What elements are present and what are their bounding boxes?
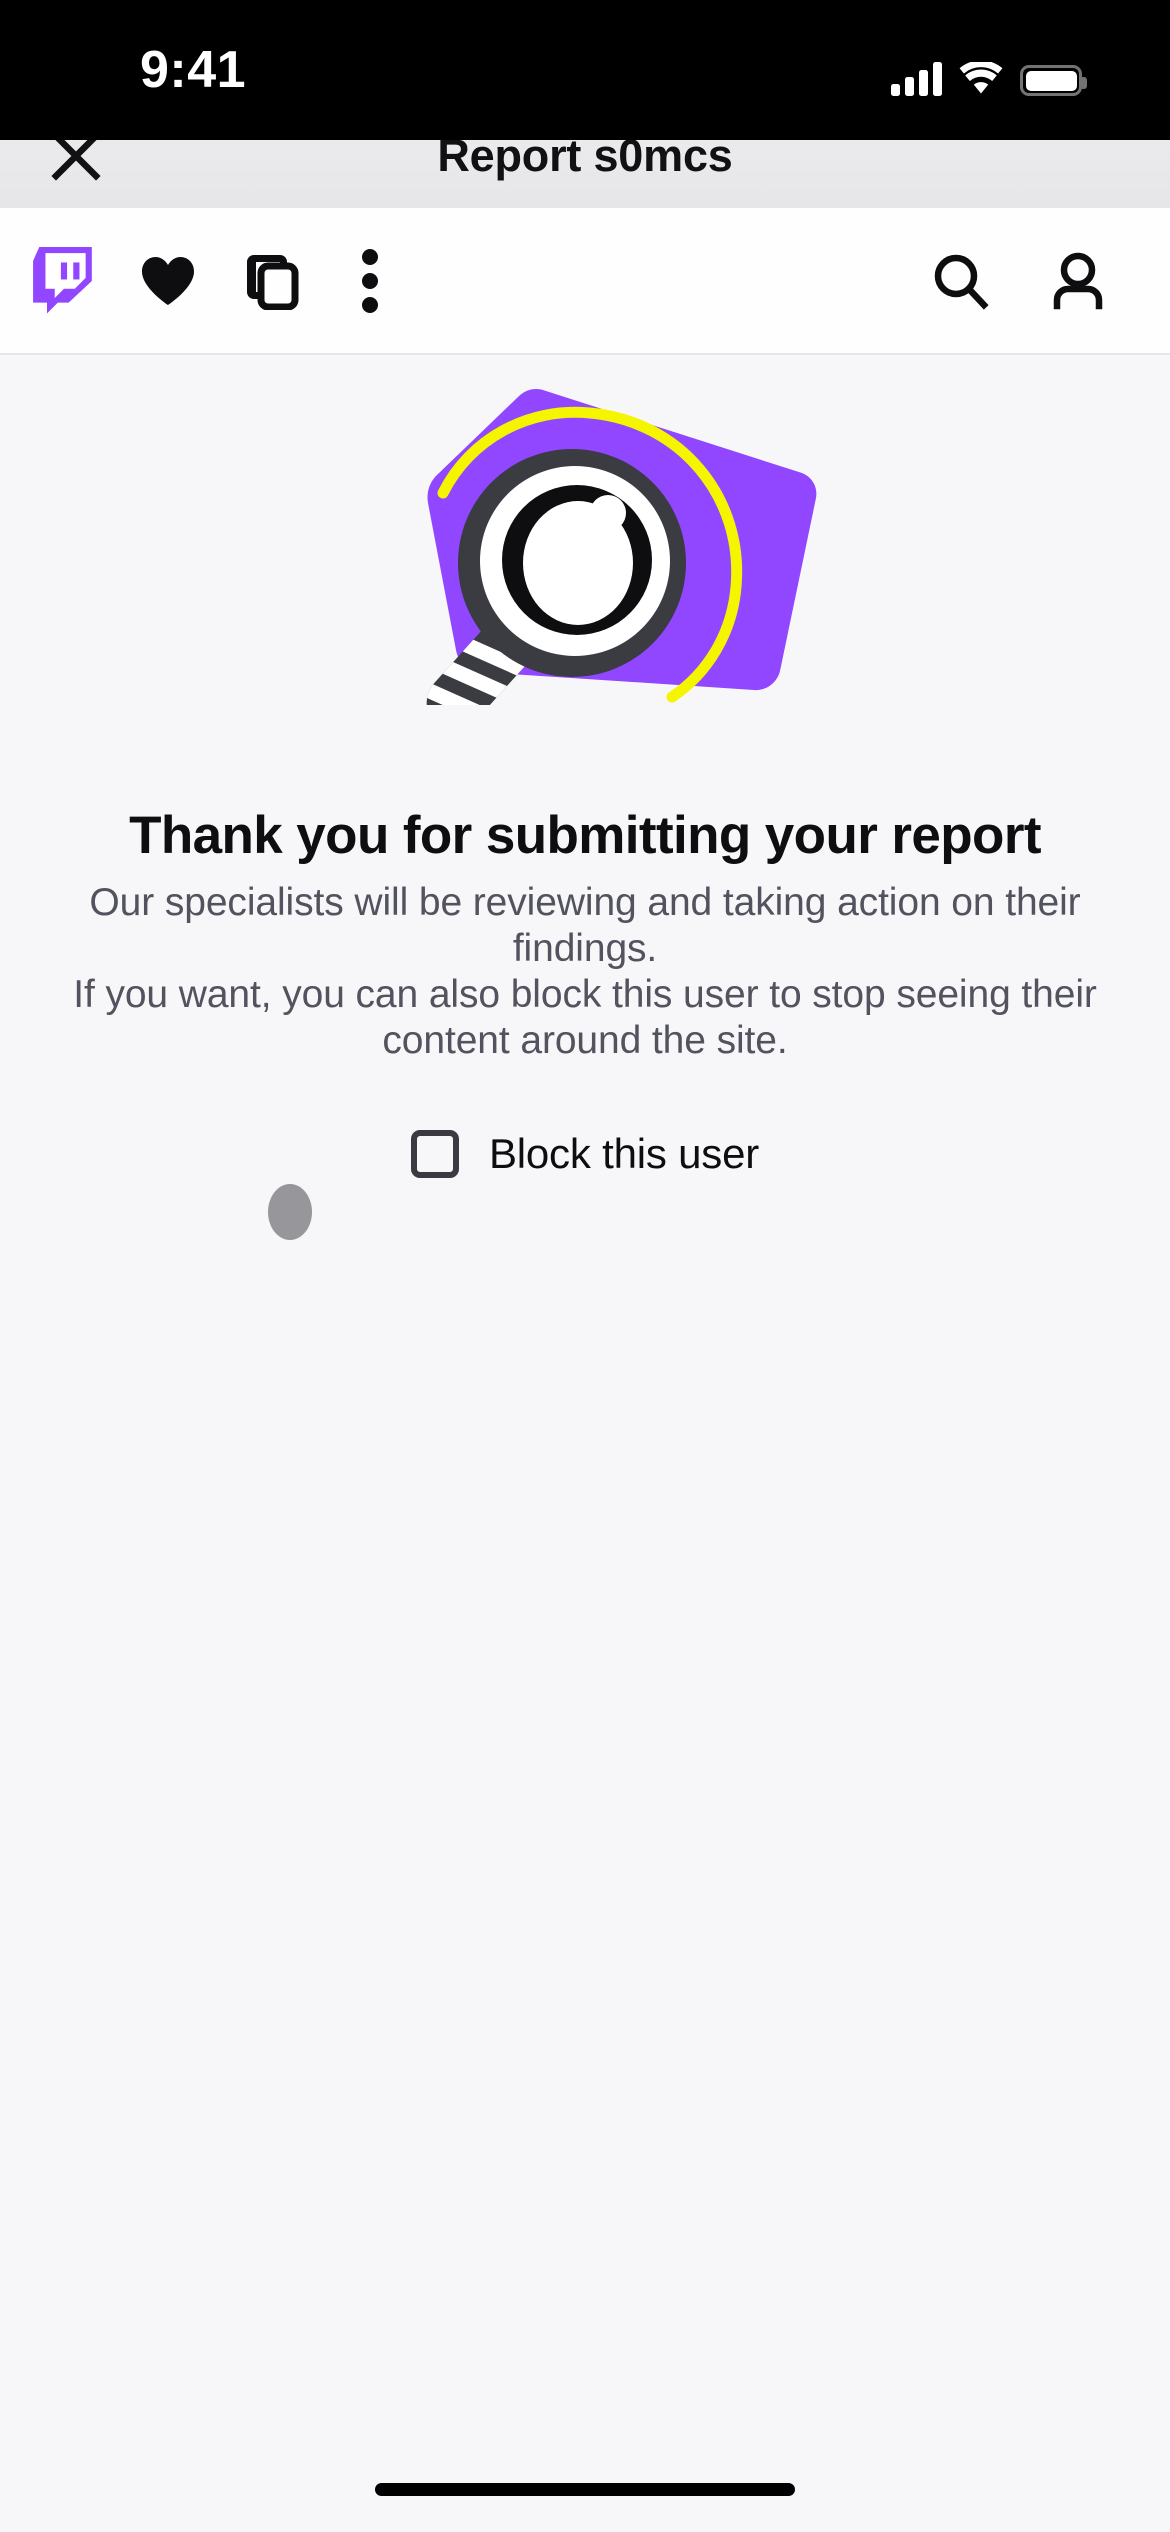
account-icon: [1053, 252, 1103, 309]
cellular-signal-icon: [891, 62, 942, 96]
phone-screen: 9:41 Report s0mcs Thank you for submitti…: [0, 0, 1170, 2532]
page-content: Thank you for submitting your report Our…: [0, 355, 1170, 2532]
report-description-line-2: If you want, you can also block this use…: [73, 973, 1097, 1063]
success-heading: Thank you for submitting your report: [129, 806, 1041, 865]
overflow-menu-icon: [362, 248, 378, 313]
overflow-menu-button[interactable]: [324, 229, 416, 333]
search-button[interactable]: [908, 229, 1012, 333]
favorites-button[interactable]: [116, 229, 220, 333]
block-user-checkbox[interactable]: [410, 1130, 459, 1178]
block-user-label: Block this user: [488, 1130, 760, 1177]
report-sheet: Report s0mcs Thank you for submitting yo…: [0, 104, 1170, 2532]
status-bar-time: 9:41: [140, 41, 247, 99]
magnifying-glass-illustration: [350, 385, 820, 731]
status-bar: 9:41: [0, 0, 1170, 140]
toolbar-left-group: [0, 229, 416, 333]
browser-toolbar: [0, 208, 1170, 355]
twitch-logo-icon: [33, 246, 92, 313]
battery-full-icon: [1020, 65, 1087, 96]
home-indicator[interactable]: [375, 2483, 795, 2496]
status-bar-indicators: [891, 52, 1087, 96]
wifi-icon: [959, 60, 1003, 96]
account-button[interactable]: [1026, 229, 1130, 333]
search-icon: [934, 254, 989, 310]
twitch-logo-button[interactable]: [12, 229, 116, 333]
toolbar-right-group: [908, 229, 1170, 333]
tabs-button[interactable]: [220, 229, 324, 333]
report-description-line-1: Our specialists will be reviewing and ta…: [89, 881, 1081, 971]
block-user-row[interactable]: Block this user: [0, 1130, 1170, 1178]
tabs-icon: [247, 254, 299, 310]
heart-icon: [142, 256, 194, 305]
